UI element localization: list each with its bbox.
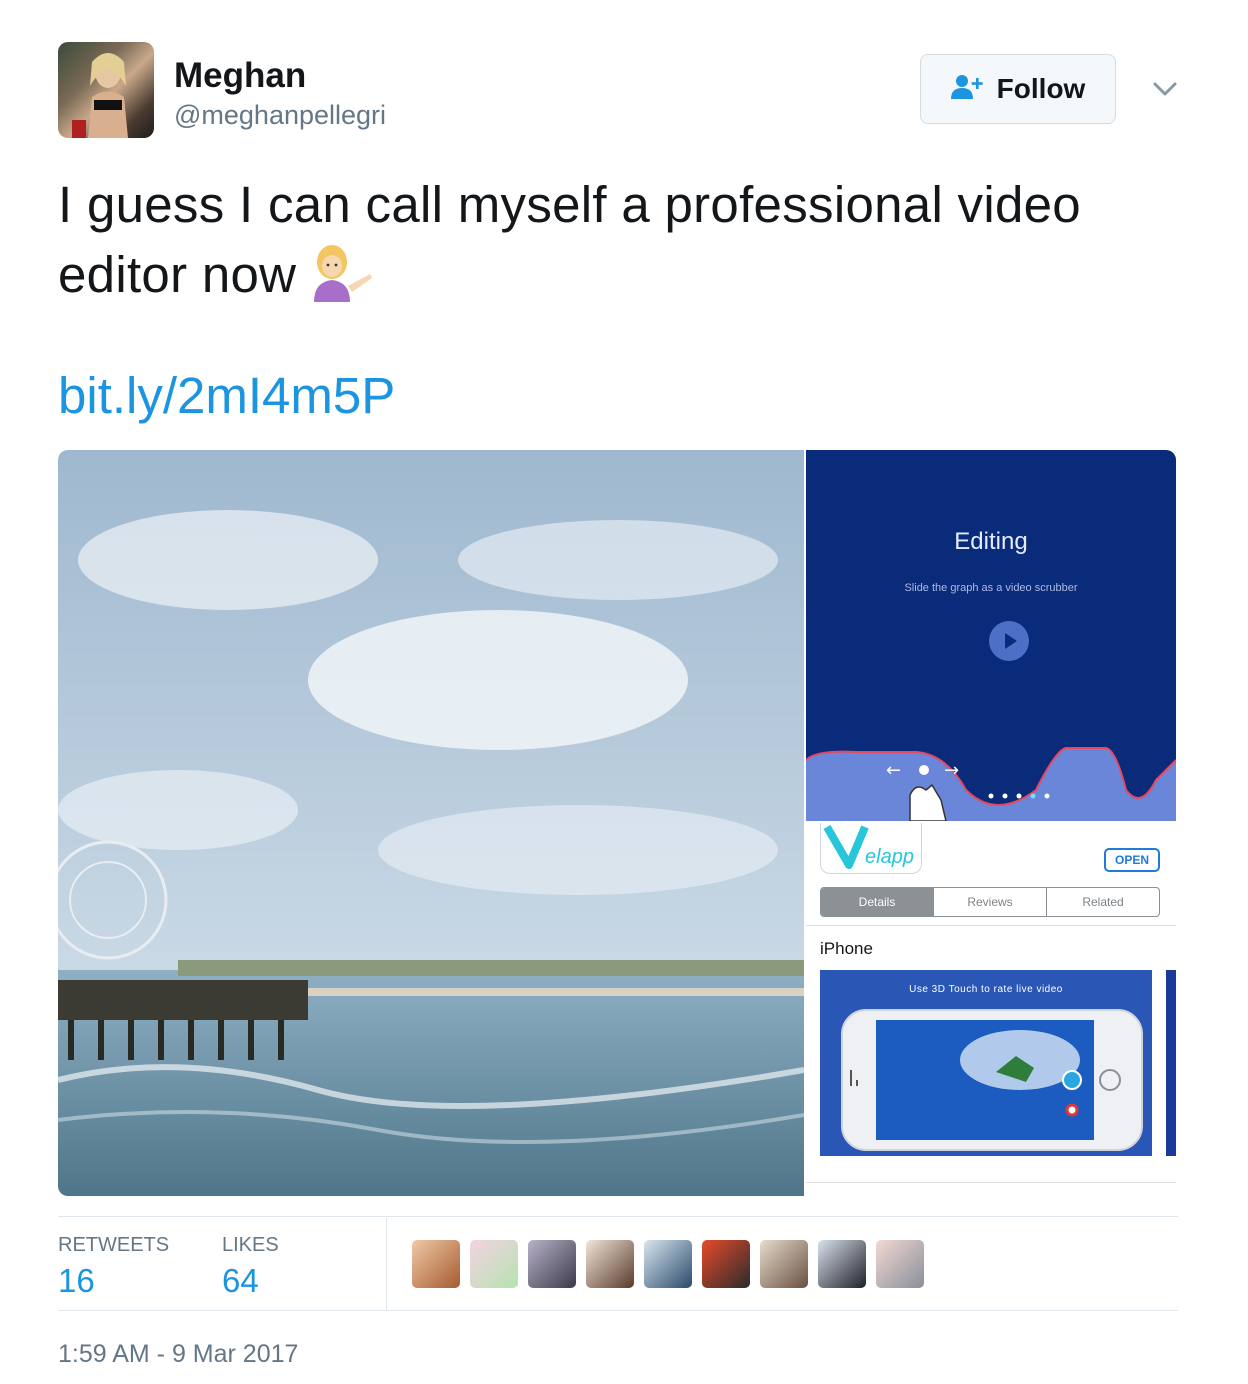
app-store-listing[interactable]: elapp OPEN Details Reviews Related iPhon…	[806, 823, 1176, 1196]
next-screenshot-edge	[1166, 970, 1176, 1156]
tweet-text: I guess I can call myself a professional…	[58, 170, 1198, 310]
open-button[interactable]: OPEN	[1104, 848, 1160, 872]
tweet-link[interactable]: bit.ly/2mI4m5P	[58, 366, 395, 425]
stats-bottom-divider	[58, 1310, 1178, 1311]
tab-reviews[interactable]: Reviews	[933, 888, 1046, 916]
likes-label[interactable]: LIKES	[222, 1234, 279, 1257]
liker-avatar[interactable]	[412, 1240, 460, 1288]
retweets-label[interactable]: RETWEETS	[58, 1234, 169, 1257]
user-handle[interactable]: @meghanpellegri	[174, 100, 386, 131]
device-label: iPhone	[820, 939, 873, 958]
liker-avatar[interactable]	[760, 1240, 808, 1288]
liker-avatar[interactable]	[818, 1240, 866, 1288]
liker-avatar[interactable]	[470, 1240, 518, 1288]
stats-top-divider	[58, 1216, 1178, 1217]
liker-avatar[interactable]	[644, 1240, 692, 1288]
liker-avatar[interactable]	[586, 1240, 634, 1288]
graph-scrubber: ← →	[806, 747, 1176, 821]
app-name: elapp	[865, 846, 914, 868]
svg-text:→: →	[944, 760, 959, 781]
chevron-down-icon[interactable]	[1150, 76, 1180, 102]
add-user-icon	[950, 74, 985, 105]
woman-tipping-hand-emoji	[304, 242, 374, 302]
stats-separator	[386, 1218, 387, 1310]
follow-button-label: Follow	[996, 73, 1086, 104]
app-screenshot: Use 3D Touch to rate live video	[820, 970, 1152, 1156]
play-icon	[989, 621, 1029, 661]
media-grid: Editing Slide the graph as a video scrub…	[58, 450, 1176, 1196]
liker-avatar[interactable]	[876, 1240, 924, 1288]
liker-avatar[interactable]	[702, 1240, 750, 1288]
svg-text:←: ←	[886, 760, 901, 781]
editing-title: Editing	[954, 528, 1028, 555]
app-store-tabs: Details Reviews Related	[820, 887, 1160, 917]
velapp-logo: elapp	[820, 823, 922, 874]
retweets-count[interactable]: 16	[58, 1262, 95, 1300]
app-editing-screen[interactable]: Editing Slide the graph as a video scrub…	[806, 450, 1176, 821]
tweet-body: I guess I can call myself a professional…	[58, 176, 1081, 303]
tweet-timestamp[interactable]: 1:59 AM - 9 Mar 2017	[58, 1340, 298, 1369]
pier-photo[interactable]	[58, 450, 805, 1196]
likes-count[interactable]: 64	[222, 1262, 259, 1300]
avatar[interactable]	[58, 42, 154, 138]
follow-button[interactable]: Follow	[920, 54, 1116, 124]
tab-related[interactable]: Related	[1046, 888, 1159, 916]
display-name[interactable]: Meghan	[174, 56, 306, 96]
liker-avatar[interactable]	[528, 1240, 576, 1288]
liker-avatars	[412, 1240, 924, 1288]
tab-details[interactable]: Details	[821, 888, 933, 916]
editing-subtitle: Slide the graph as a video scrubber	[904, 582, 1078, 594]
